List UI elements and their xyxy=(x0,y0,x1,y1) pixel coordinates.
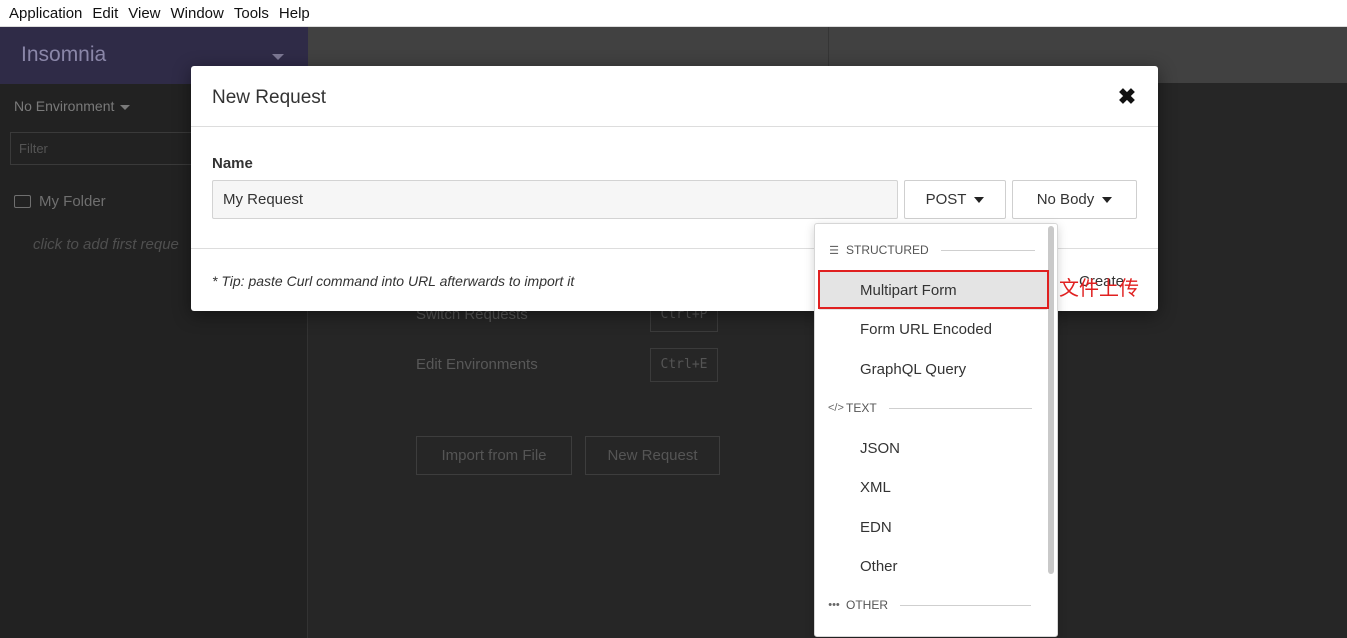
caret-down-icon xyxy=(120,104,131,110)
import-from-file-button[interactable]: Import from File xyxy=(416,436,572,475)
name-input[interactable] xyxy=(212,180,898,219)
shortcut-key-env: Ctrl+E xyxy=(650,348,718,382)
scrollbar[interactable] xyxy=(1048,226,1054,574)
environment-label: No Environment xyxy=(14,98,115,114)
method-label: POST xyxy=(925,191,967,208)
filter-input[interactable]: Filter xyxy=(10,132,210,165)
environment-selector[interactable]: No Environment xyxy=(14,98,131,114)
new-request-bg-button[interactable]: New Request xyxy=(585,436,720,475)
folder-item[interactable]: My Folder xyxy=(14,193,106,210)
section-title: OTHER xyxy=(846,598,888,612)
menu-application[interactable]: Application xyxy=(4,0,87,27)
menu-item-edn[interactable]: EDN xyxy=(819,508,1047,547)
section-title: STRUCTURED xyxy=(846,243,929,257)
menu-item-xml[interactable]: XML xyxy=(819,468,1047,507)
section-divider xyxy=(900,604,1031,606)
menu-item-graphql-query[interactable]: GraphQL Query xyxy=(819,350,1047,389)
section-divider xyxy=(940,249,1035,251)
menu-window[interactable]: Window xyxy=(166,0,229,27)
body-type-label: No Body xyxy=(1036,191,1095,208)
shortcut-edit-environments: Edit Environments xyxy=(416,356,538,373)
code-icon: </> xyxy=(828,402,844,414)
menu-bar: Application Edit View Window Tools Help xyxy=(0,0,1347,27)
menu-view[interactable]: View xyxy=(123,0,165,27)
menu-item-form-url-encoded[interactable]: Form URL Encoded xyxy=(819,310,1047,349)
section-title: TEXT xyxy=(846,401,877,415)
folder-label: My Folder xyxy=(39,193,106,210)
name-label: Name xyxy=(212,155,253,172)
menu-item-multipart-form[interactable]: Multipart Form xyxy=(819,271,1047,310)
body-type-dropdown[interactable]: No Body xyxy=(1012,180,1137,219)
caret-down-icon xyxy=(974,196,985,203)
method-dropdown[interactable]: POST xyxy=(904,180,1006,219)
section-text: </> TEXT xyxy=(828,400,1032,416)
bars-icon: ☰ xyxy=(829,244,839,257)
menu-item-other[interactable]: Other xyxy=(819,547,1047,586)
section-other: ••• OTHER xyxy=(828,597,1031,613)
workspace-title: Insomnia xyxy=(21,43,107,66)
empty-hint[interactable]: click to add first reque xyxy=(33,236,179,253)
section-divider xyxy=(888,407,1032,409)
menu-help[interactable]: Help xyxy=(274,0,315,27)
tip-text: * Tip: paste Curl command into URL after… xyxy=(212,273,575,289)
modal-header: New Request ✖ xyxy=(191,66,1158,127)
section-structured: ☰ STRUCTURED xyxy=(828,242,1035,258)
body-type-menu: ☰ STRUCTURED Multipart Form Form URL Enc… xyxy=(814,223,1058,637)
chevron-down-icon xyxy=(272,54,284,60)
close-icon[interactable]: ✖ xyxy=(1117,86,1137,108)
menu-tools[interactable]: Tools xyxy=(229,0,274,27)
caret-down-icon xyxy=(1102,196,1113,203)
modal-title: New Request xyxy=(212,87,327,108)
folder-open-icon xyxy=(14,195,31,208)
menu-edit[interactable]: Edit xyxy=(87,0,123,27)
menu-item-json[interactable]: JSON xyxy=(819,429,1047,468)
annotation-label: 文件上传 xyxy=(1059,276,1139,300)
ellipsis-icon: ••• xyxy=(828,599,840,611)
